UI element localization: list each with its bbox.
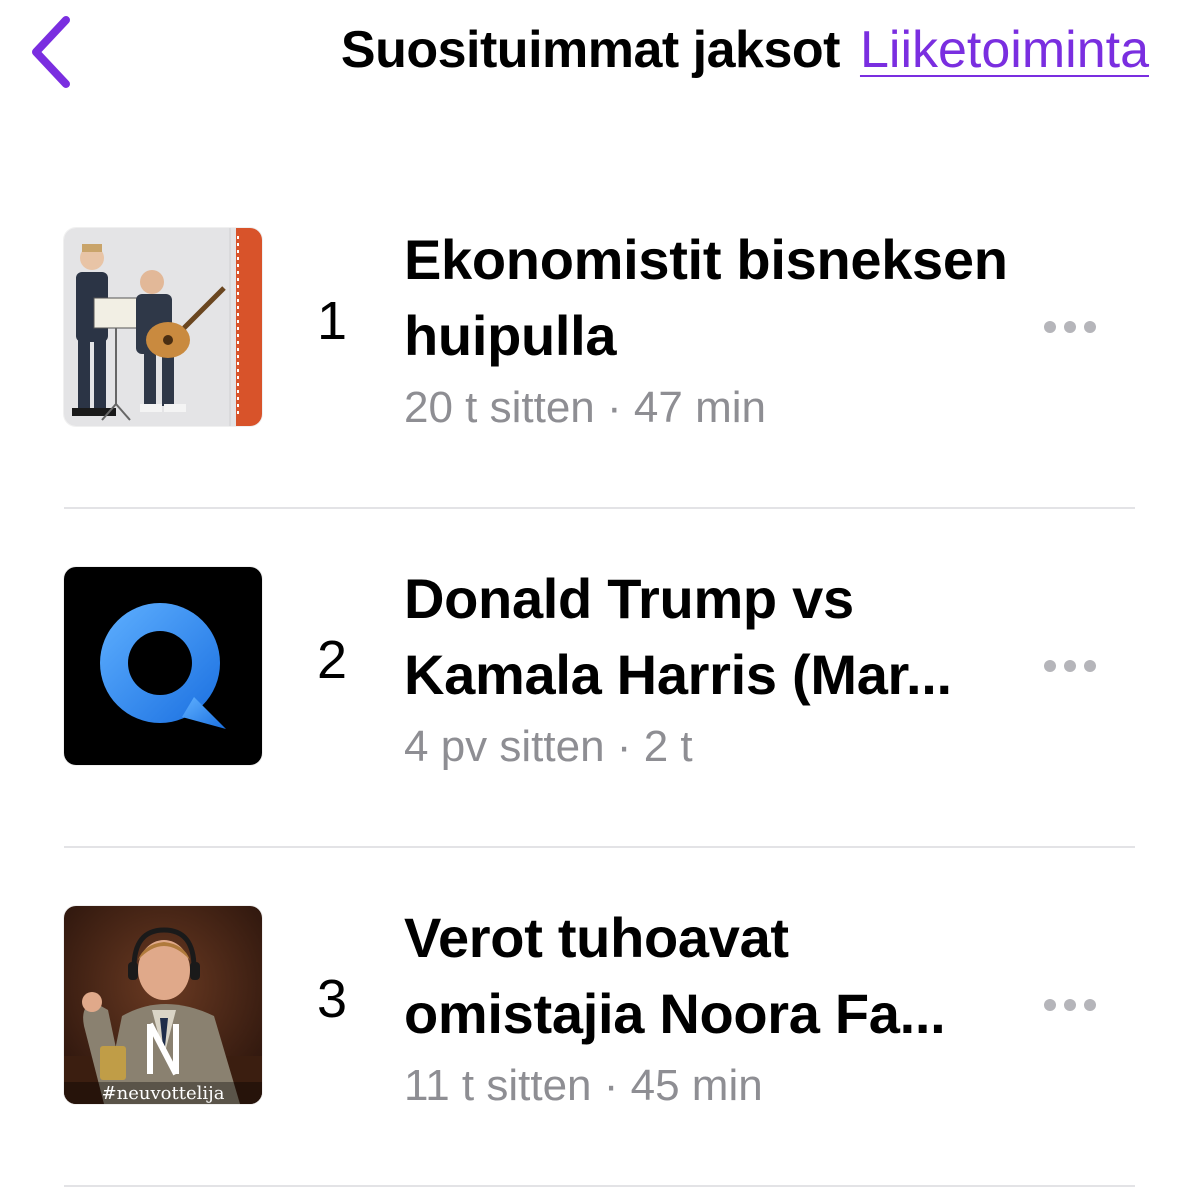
- episode-rank: 2: [316, 630, 348, 690]
- row-divider: [64, 1185, 1135, 1187]
- episode-age: 11 t sitten: [404, 1061, 592, 1110]
- episode-meta: 11 t sitten · 45 min: [404, 1056, 1014, 1116]
- episode-text: Ekonomistit bisneksen huipulla 20 t sitt…: [404, 222, 1014, 438]
- episode-meta: 20 t sitten · 47 min: [404, 378, 1014, 438]
- episode-title: Ekonomistit bisneksen huipulla: [404, 228, 1008, 367]
- episode-age: 20 t sitten: [404, 383, 595, 432]
- episode-duration: 2 t: [643, 722, 693, 771]
- episode-rank: 1: [316, 291, 348, 351]
- more-ellipsis-icon: [1044, 660, 1056, 672]
- more-ellipsis-icon: [1064, 999, 1076, 1011]
- episode-title: Verot tuhoavat omistajia Noora Fa...: [404, 906, 946, 1045]
- episode-artwork-2: [64, 567, 262, 765]
- episode-list: 1 Ekonomistit bisneksen huipulla 20 t si…: [0, 170, 1199, 1187]
- episode-duration: 47 min: [633, 383, 766, 432]
- meta-separator: ·: [603, 1061, 619, 1110]
- blue-q-speech-bubble-logo-artwork: [64, 567, 262, 765]
- episode-duration: 45 min: [630, 1061, 763, 1110]
- episode-row-1[interactable]: 1 Ekonomistit bisneksen huipulla 20 t si…: [0, 170, 1199, 509]
- episode-text: Verot tuhoavat omistajia Noora Fa... 11 …: [404, 900, 1014, 1116]
- two-men-with-music-stand-and-guitar-artwork: [64, 228, 262, 426]
- navigation-title: Suosituimmat jaksot Liiketoiminta: [180, 20, 1149, 80]
- episode-rank: 3: [316, 969, 348, 1029]
- more-ellipsis-icon: [1084, 321, 1096, 333]
- episode-artwork-1: [64, 228, 262, 426]
- meta-separator: ·: [607, 383, 622, 432]
- episode-meta: 4 pv sitten · 2 t: [404, 717, 1014, 777]
- episode-row-3[interactable]: #neuvottelija 3 Verot tuhoavat omistajia…: [0, 848, 1199, 1187]
- back-button[interactable]: [22, 14, 82, 90]
- more-ellipsis-icon: [1064, 660, 1076, 672]
- episode-age: 4 pv sitten: [404, 722, 605, 771]
- episode-text: Donald Trump vs Kamala Harris (Mar... 4 …: [404, 561, 1014, 777]
- more-ellipsis-icon: [1064, 321, 1076, 333]
- more-ellipsis-icon: [1044, 999, 1056, 1011]
- man-with-headphones-neuvottelija-artwork: #neuvottelija: [64, 906, 262, 1104]
- category-link[interactable]: Liiketoiminta: [860, 20, 1149, 80]
- episode-artwork-3: #neuvottelija: [64, 906, 262, 1104]
- page-title: Suosituimmat jaksot: [340, 21, 841, 79]
- episode-row-2[interactable]: 2 Donald Trump vs Kamala Harris (Mar... …: [0, 509, 1199, 848]
- top-episodes-page: Suosituimmat jaksot Liiketoiminta 1 Ekon…: [0, 0, 1199, 1200]
- more-ellipsis-icon: [1084, 999, 1096, 1011]
- artwork-caption: #neuvottelija: [102, 1083, 225, 1104]
- more-options-button[interactable]: [1030, 310, 1110, 344]
- more-ellipsis-icon: [1084, 660, 1096, 672]
- episode-title: Donald Trump vs Kamala Harris (Mar...: [404, 567, 952, 706]
- meta-separator: ·: [616, 722, 632, 771]
- more-options-button[interactable]: [1030, 649, 1110, 683]
- chevron-left-icon: [32, 16, 70, 88]
- more-options-button[interactable]: [1030, 988, 1110, 1022]
- more-ellipsis-icon: [1044, 321, 1056, 333]
